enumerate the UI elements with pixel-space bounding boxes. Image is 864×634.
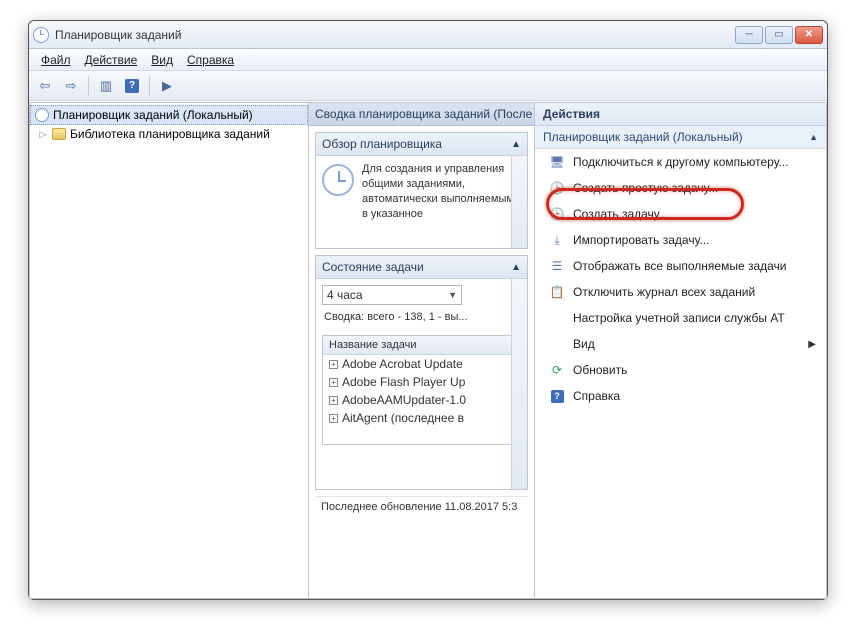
import-icon: ⤓ bbox=[549, 232, 565, 248]
status-panel: Состояние задачи ▲ 4 часа ▼ Сводка: всег… bbox=[315, 255, 528, 490]
status-panel-head[interactable]: Состояние задачи ▲ bbox=[316, 256, 527, 279]
list-icon: ☰ bbox=[549, 258, 565, 274]
tree-library[interactable]: ▷ Библиотека планировщика заданий bbox=[30, 125, 308, 143]
scrollbar[interactable] bbox=[511, 156, 527, 248]
minimize-button[interactable]: ─ bbox=[735, 26, 763, 44]
status-period-select[interactable]: 4 часа ▼ bbox=[322, 285, 462, 305]
last-update: Последнее обновление 11.08.2017 5:3 bbox=[315, 496, 528, 517]
chevron-down-icon: ▼ bbox=[448, 290, 457, 300]
clock-icon bbox=[35, 108, 49, 122]
tree-library-label: Библиотека планировщика заданий bbox=[70, 127, 270, 141]
summary-pane: Сводка планировщика заданий (После Обзор… bbox=[309, 102, 535, 599]
action-at-account[interactable]: Настройка учетной записи службы AT bbox=[535, 305, 826, 331]
close-button[interactable]: ✕ bbox=[795, 26, 823, 44]
collapse-icon: ▲ bbox=[809, 132, 818, 142]
expand-icon[interactable]: ▷ bbox=[38, 129, 48, 140]
blank-icon bbox=[549, 310, 565, 326]
overview-panel: Обзор планировщика ▲ Для создания и упра… bbox=[315, 132, 528, 249]
collapse-icon: ▲ bbox=[511, 139, 521, 150]
task-row[interactable]: +AitAgent (последнее в bbox=[323, 409, 520, 427]
task-row[interactable]: +Adobe Acrobat Update bbox=[323, 355, 520, 373]
expand-icon[interactable]: + bbox=[329, 414, 338, 423]
help-button[interactable]: ? bbox=[120, 74, 144, 98]
separator bbox=[149, 76, 150, 96]
action-show-running[interactable]: ☰ Отображать все выполняемые задачи bbox=[535, 253, 826, 279]
submenu-arrow-icon: ▶ bbox=[808, 339, 816, 350]
menu-file[interactable]: Файл bbox=[35, 51, 77, 69]
task-row[interactable]: +Adobe Flash Player Up bbox=[323, 373, 520, 391]
maximize-button[interactable]: ▭ bbox=[765, 26, 793, 44]
view-icon bbox=[549, 336, 565, 352]
status-title: Состояние задачи bbox=[322, 260, 424, 274]
back-button[interactable]: ⇦ bbox=[33, 74, 57, 98]
overview-text: Для создания и управления общими задания… bbox=[362, 162, 521, 242]
action-create-basic-task[interactable]: 🕒 Создать простую задачу... bbox=[535, 175, 826, 201]
action-create-task[interactable]: 🕒 Создать задачу... bbox=[535, 201, 826, 227]
content-area: Планировщик заданий (Локальный) ▷ Библио… bbox=[29, 101, 827, 599]
clock-icon: 🕒 bbox=[549, 206, 565, 222]
expand-icon[interactable]: + bbox=[329, 396, 338, 405]
tree-root-label: Планировщик заданий (Локальный) bbox=[53, 108, 253, 122]
show-hide-tree-button[interactable]: ▥ bbox=[94, 74, 118, 98]
task-list[interactable]: Название задачи +Adobe Acrobat Update +A… bbox=[322, 335, 521, 445]
refresh-icon: ⟳ bbox=[549, 362, 565, 378]
scrollbar[interactable] bbox=[511, 279, 527, 489]
toolbar: ⇦ ⇨ ▥ ? ▶ bbox=[29, 71, 827, 101]
action-view[interactable]: Вид ▶ bbox=[535, 331, 826, 357]
summary-header: Сводка планировщика заданий (После bbox=[309, 103, 534, 126]
titlebar[interactable]: Планировщик заданий ─ ▭ ✕ bbox=[29, 21, 827, 49]
expand-icon[interactable]: + bbox=[329, 378, 338, 387]
clock-icon bbox=[33, 27, 49, 43]
task-list-header[interactable]: Название задачи bbox=[323, 336, 520, 355]
status-summary-text: Сводка: всего - 138, 1 - вы... bbox=[324, 311, 519, 323]
window-title: Планировщик заданий bbox=[55, 28, 735, 42]
menu-action[interactable]: Действие bbox=[79, 51, 144, 69]
run-button[interactable]: ▶ bbox=[155, 74, 179, 98]
menu-view[interactable]: Вид bbox=[145, 51, 179, 69]
separator bbox=[88, 76, 89, 96]
menu-help[interactable]: Справка bbox=[181, 51, 240, 69]
forward-button[interactable]: ⇨ bbox=[59, 74, 83, 98]
clock-icon bbox=[322, 164, 354, 196]
menubar: Файл Действие Вид Справка bbox=[29, 49, 827, 71]
clock-icon: 🕒 bbox=[549, 180, 565, 196]
action-import-task[interactable]: ⤓ Импортировать задачу... bbox=[535, 227, 826, 253]
action-help[interactable]: ? Справка bbox=[535, 383, 826, 409]
help-icon: ? bbox=[549, 388, 565, 404]
action-refresh[interactable]: ⟳ Обновить bbox=[535, 357, 826, 383]
actions-pane: Действия Планировщик заданий (Локальный)… bbox=[535, 102, 827, 599]
actions-title: Действия bbox=[535, 103, 826, 126]
app-window: Планировщик заданий ─ ▭ ✕ Файл Действие … bbox=[28, 20, 828, 600]
log-icon: 📋 bbox=[549, 284, 565, 300]
folder-icon bbox=[52, 128, 66, 140]
collapse-icon: ▲ bbox=[511, 262, 521, 273]
computer-icon: 🖥 bbox=[549, 154, 565, 170]
overview-panel-head[interactable]: Обзор планировщика ▲ bbox=[316, 133, 527, 156]
action-connect[interactable]: 🖥 Подключиться к другому компьютеру... bbox=[535, 149, 826, 175]
action-disable-log[interactable]: 📋 Отключить журнал всех заданий bbox=[535, 279, 826, 305]
expand-icon[interactable]: + bbox=[329, 360, 338, 369]
actions-scope: Планировщик заданий (Локальный) bbox=[543, 130, 743, 144]
task-row[interactable]: +AdobeAAMUpdater-1.0 bbox=[323, 391, 520, 409]
tree-pane[interactable]: Планировщик заданий (Локальный) ▷ Библио… bbox=[29, 102, 309, 599]
status-period-value: 4 часа bbox=[327, 288, 363, 302]
tree-root[interactable]: Планировщик заданий (Локальный) bbox=[30, 105, 308, 125]
overview-title: Обзор планировщика bbox=[322, 137, 442, 151]
actions-subhead[interactable]: Планировщик заданий (Локальный) ▲ bbox=[535, 126, 826, 149]
